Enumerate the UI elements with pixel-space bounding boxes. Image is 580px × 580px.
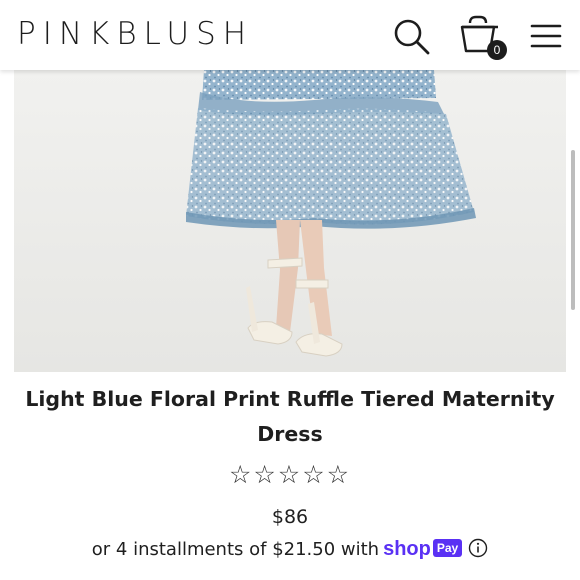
info-icon[interactable] [468, 538, 488, 558]
scrollbar[interactable] [571, 150, 575, 310]
product-image[interactable] [14, 70, 566, 372]
rating-stars[interactable]: ☆☆☆☆☆ [0, 460, 580, 490]
product-price: $86 [271, 506, 309, 528]
product-title: Light Blue Floral Print Ruffle Tiered Ma… [25, 387, 555, 446]
installments-text: or 4 installments of $21.50 with [91, 539, 380, 560]
search-icon[interactable] [393, 18, 431, 56]
dress-photo [14, 70, 566, 372]
cart-count-badge[interactable]: 0 [487, 40, 507, 60]
pay-badge: Pay [432, 539, 463, 557]
brand-logo[interactable]: PINKBLUSH [17, 14, 253, 54]
shop-pay-installments: or 4 installments of $21.50 with shop Pay [0, 536, 580, 563]
shop-pay-logo: shop [383, 538, 431, 560]
hamburger-menu-icon[interactable] [530, 22, 562, 50]
site-header: PINKBLUSH 0 [0, 0, 580, 70]
